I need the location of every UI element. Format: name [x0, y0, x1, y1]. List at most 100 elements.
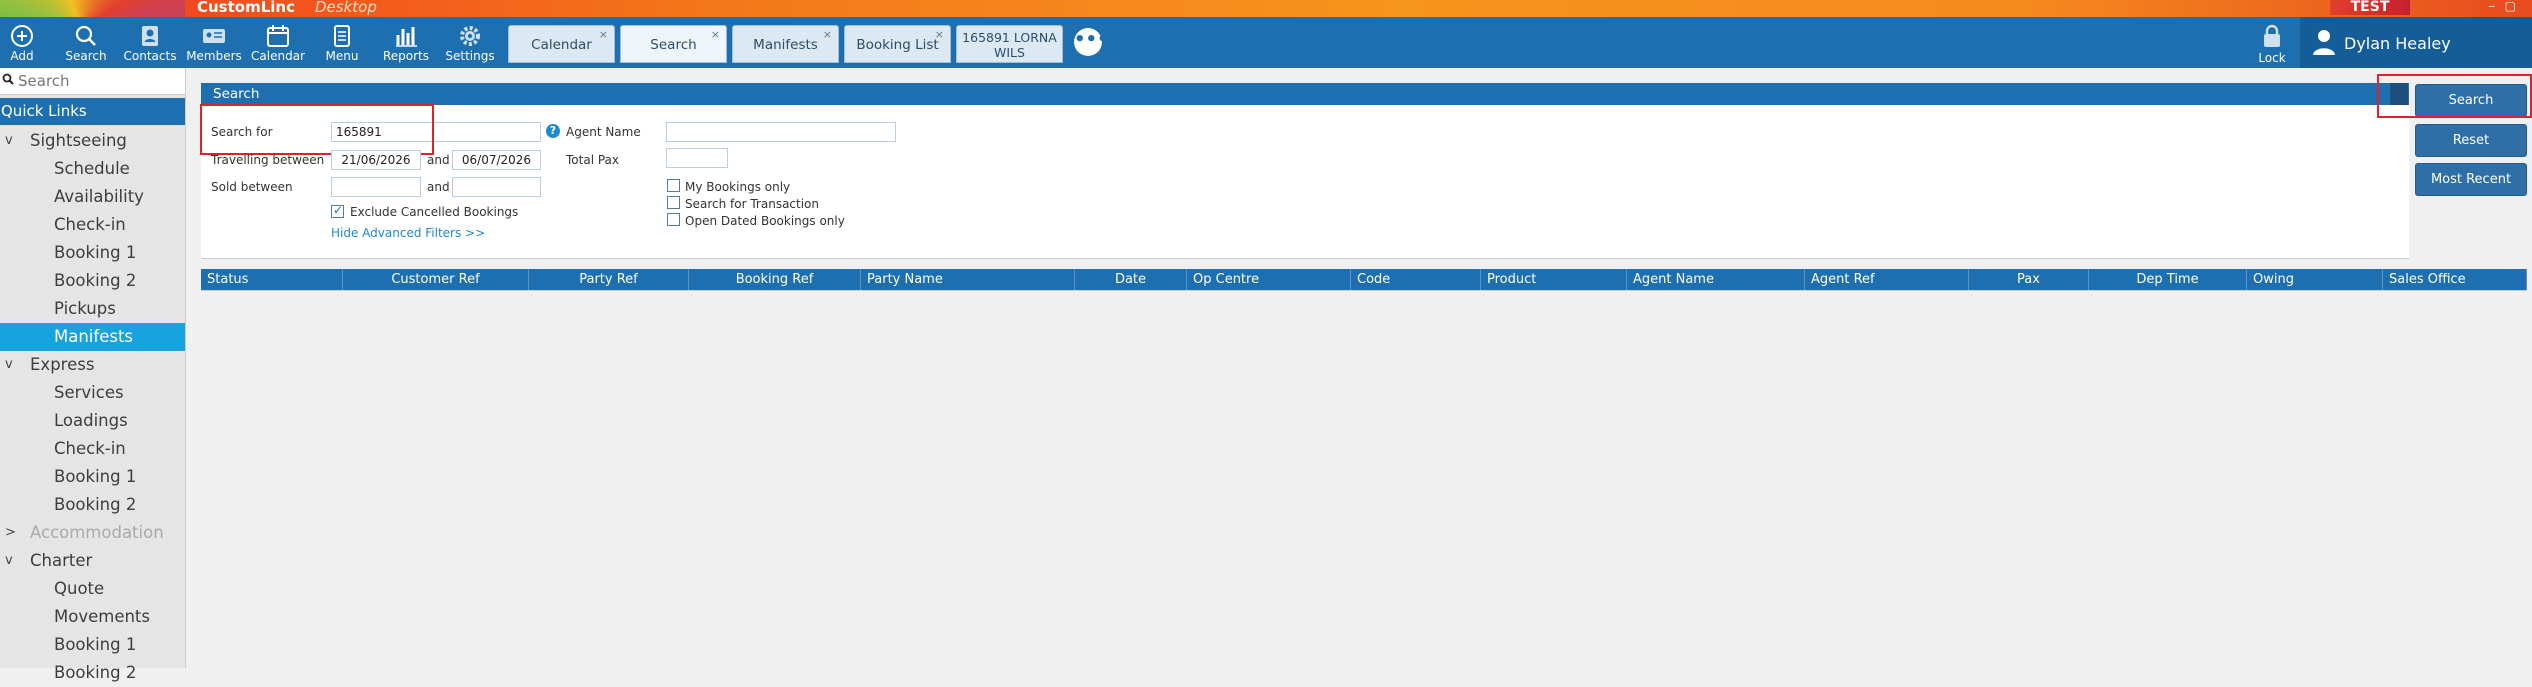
sidebar-item-booking-2[interactable]: Booking 2: [0, 267, 185, 295]
sidebar-item-label: Accommodation: [30, 523, 164, 542]
sidebar-item-booking-2[interactable]: Booking 2: [0, 491, 185, 519]
column-header-dep-time[interactable]: Dep Time: [2089, 269, 2247, 290]
agent-name-input[interactable]: [666, 122, 896, 142]
sidebar-item-booking-1[interactable]: Booking 1: [0, 463, 185, 491]
tab-booking-list[interactable]: Booking List ×: [844, 25, 951, 63]
sidebar-search-input[interactable]: [16, 71, 180, 91]
sidebar-item-accommodation[interactable]: > Accommodation: [0, 519, 185, 547]
close-icon[interactable]: ×: [823, 28, 832, 41]
lock-label: Lock: [2258, 51, 2286, 65]
column-header-date[interactable]: Date: [1075, 269, 1187, 290]
reports-button[interactable]: Reports: [376, 17, 436, 68]
column-header-owing[interactable]: Owing: [2247, 269, 2383, 290]
sidebar-item-services[interactable]: Services: [0, 379, 185, 407]
chevron-down-icon[interactable]: v: [5, 547, 13, 575]
column-header-agent-name[interactable]: Agent Name: [1627, 269, 1805, 290]
settings-label: Settings: [445, 49, 495, 63]
column-header-party-ref[interactable]: Party Ref: [529, 269, 689, 290]
column-header-product[interactable]: Product: [1481, 269, 1627, 290]
sidebar-item-manifests[interactable]: Manifests: [0, 323, 185, 351]
sidebar-item-availability[interactable]: Availability: [0, 183, 185, 211]
sold-from-date[interactable]: [331, 177, 421, 197]
chevron-right-icon[interactable]: >: [5, 519, 16, 547]
most-recent-button[interactable]: Most Recent: [2415, 163, 2527, 196]
sidebar-item-label: Pickups: [54, 299, 116, 318]
more-tabs-button[interactable]: •••: [1074, 28, 1109, 56]
quick-links-header[interactable]: Quick Links: [0, 98, 185, 125]
sidebar-item-pickups[interactable]: Pickups: [0, 295, 185, 323]
chevron-down-icon[interactable]: v: [5, 127, 13, 155]
column-header-party-name[interactable]: Party Name: [861, 269, 1075, 290]
sidebar-item-label: Manifests: [54, 327, 134, 346]
sidebar-item-loadings[interactable]: Loadings: [0, 407, 185, 435]
reset-button[interactable]: Reset: [2415, 124, 2527, 157]
title-bar: CustomLinc Desktop TEST –▢: [0, 0, 2532, 17]
user-name: Dylan Healey: [2344, 34, 2451, 53]
search-toolbar-button[interactable]: Search: [56, 17, 116, 68]
help-icon[interactable]: ?: [546, 124, 560, 138]
chevron-down-icon[interactable]: v: [5, 351, 13, 379]
total-pax-input[interactable]: [666, 148, 728, 168]
lock-button[interactable]: Lock: [2252, 24, 2292, 65]
brand-logo: [0, 0, 185, 17]
sidebar-item-check-in[interactable]: Check-in: [0, 211, 185, 239]
tab-search[interactable]: Search ×: [620, 25, 727, 63]
sidebar-item-sightseeing[interactable]: v Sightseeing: [0, 127, 185, 155]
window-controls[interactable]: –▢: [2489, 0, 2526, 13]
sidebar-item-quote[interactable]: Quote: [0, 575, 185, 603]
sidebar-item-booking-1[interactable]: Booking 1: [0, 239, 185, 267]
sold-to-date[interactable]: [452, 177, 541, 197]
contacts-button[interactable]: Contacts: [120, 17, 180, 68]
close-icon[interactable]: ×: [711, 28, 720, 41]
sidebar-item-schedule[interactable]: Schedule: [0, 155, 185, 183]
menu-button[interactable]: Menu: [312, 17, 372, 68]
column-header-pax[interactable]: Pax: [1969, 269, 2089, 290]
column-header-booking-ref[interactable]: Booking Ref: [689, 269, 861, 290]
app-name: CustomLinc: [197, 0, 295, 16]
sidebar-item-label: Booking 1: [54, 243, 137, 262]
tab-booking-165891[interactable]: 165891 LORNA WILS: [956, 25, 1063, 63]
column-header-sales-office[interactable]: Sales Office: [2383, 269, 2527, 290]
column-header-customer-ref[interactable]: Customer Ref: [343, 269, 529, 290]
add-button[interactable]: Add: [0, 17, 52, 68]
travel-from-date[interactable]: [331, 150, 421, 170]
sidebar-item-booking-1[interactable]: Booking 1: [0, 631, 185, 659]
reports-label: Reports: [382, 49, 430, 63]
my-bookings-checkbox[interactable]: [667, 179, 680, 192]
user-menu[interactable]: Dylan Healey: [2300, 17, 2532, 68]
sidebar-item-charter[interactable]: v Charter: [0, 547, 185, 575]
open-dated-checkbox[interactable]: [667, 213, 680, 226]
add-label: Add: [10, 49, 34, 63]
search-panel-header: Search: [201, 83, 2409, 105]
column-header-agent-ref[interactable]: Agent Ref: [1805, 269, 1969, 290]
close-icon[interactable]: ×: [599, 28, 608, 41]
close-icon[interactable]: ×: [935, 28, 944, 41]
exclude-cancelled-checkbox[interactable]: [331, 203, 344, 218]
search-transaction-checkbox[interactable]: [667, 196, 680, 209]
sidebar-item-express[interactable]: v Express: [0, 351, 185, 379]
sidebar-item-label: Services: [54, 383, 124, 402]
tab-manifests[interactable]: Manifests ×: [732, 25, 839, 63]
menu-label: Menu: [325, 49, 359, 63]
sidebar-item-label: Sightseeing: [30, 131, 127, 150]
travel-to-date[interactable]: [452, 150, 541, 170]
hide-advanced-filters-link[interactable]: Hide Advanced Filters >>: [331, 226, 485, 240]
calendar-button[interactable]: Calendar: [248, 17, 308, 68]
sidebar-item-label: Booking 2: [54, 271, 137, 290]
members-button[interactable]: Members: [184, 17, 244, 68]
settings-button[interactable]: Settings: [440, 17, 500, 68]
sidebar-item-label: Booking 2: [54, 495, 137, 514]
column-header-code[interactable]: Code: [1351, 269, 1481, 290]
column-header-op-centre[interactable]: Op Centre: [1187, 269, 1351, 290]
sidebar-item-movements[interactable]: Movements: [0, 603, 185, 631]
sidebar-item-check-in[interactable]: Check-in: [0, 435, 185, 463]
quick-links-label: Quick Links: [1, 102, 87, 120]
app-subtitle: Desktop: [315, 0, 377, 16]
column-header-status[interactable]: Status: [201, 269, 343, 290]
open-dated-label: Open Dated Bookings only: [685, 214, 845, 228]
total-pax-label: Total Pax: [566, 153, 619, 167]
tab-calendar[interactable]: Calendar ×: [508, 25, 615, 63]
sidebar-item-label: Booking 1: [54, 467, 137, 486]
agent-name-label: Agent Name: [566, 125, 641, 139]
sidebar-item-booking-2[interactable]: Booking 2: [0, 659, 185, 687]
